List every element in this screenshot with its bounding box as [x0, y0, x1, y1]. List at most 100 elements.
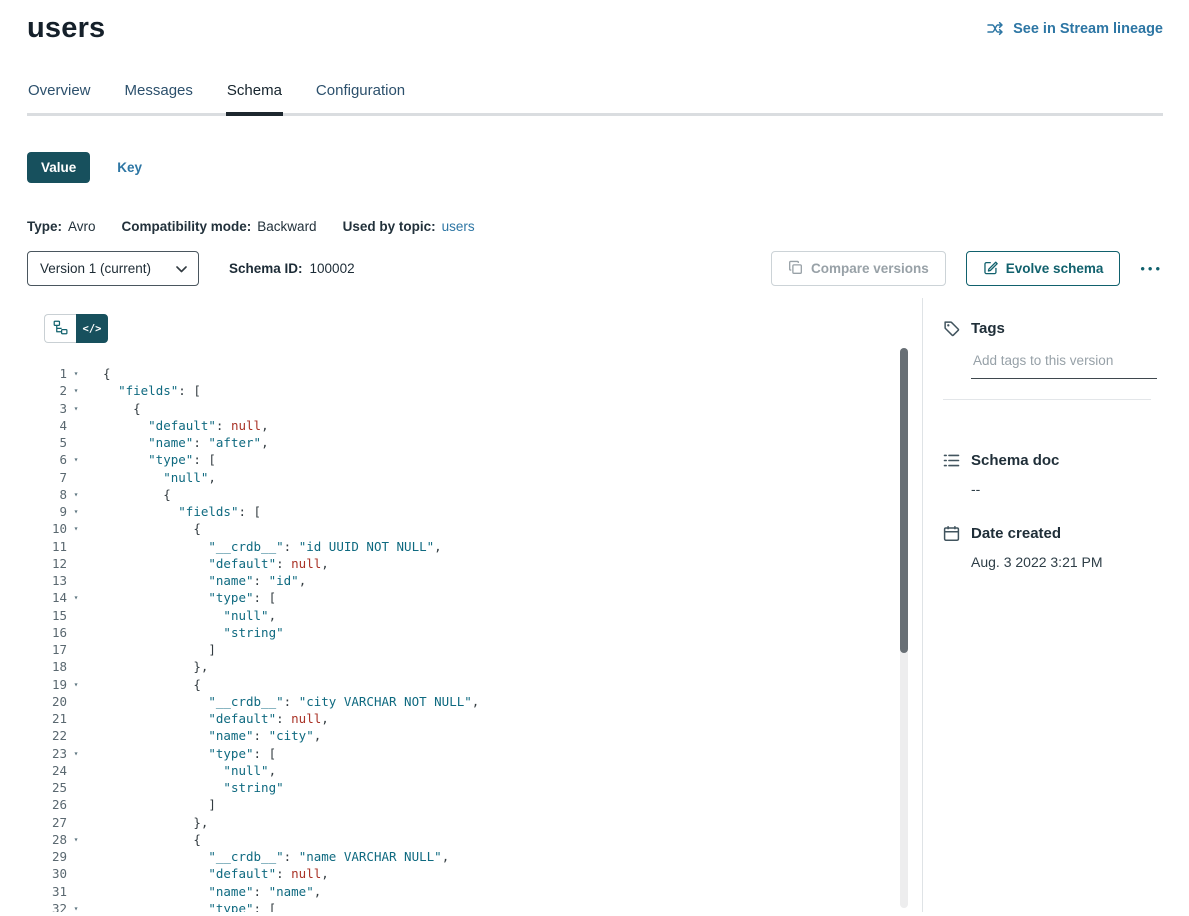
code-content: "__crdb__": "id UUID NOT NULL", — [85, 538, 442, 555]
tab-schema[interactable]: Schema — [226, 82, 283, 113]
fold-toggle-icon[interactable]: ▾ — [67, 365, 85, 382]
value-toggle-button[interactable]: Value — [27, 152, 90, 183]
tree-view-button[interactable] — [44, 314, 76, 343]
line-number: 16 — [35, 624, 67, 641]
line-number: 13 — [35, 572, 67, 589]
fold-spacer — [67, 641, 85, 658]
tab-messages[interactable]: Messages — [124, 82, 194, 113]
date-created-title: Date created — [971, 525, 1061, 542]
schema-content: </> 1▾{2▾ "fields": [3▾ {4 "default": nu… — [27, 298, 1163, 912]
fold-toggle-icon[interactable]: ▾ — [67, 503, 85, 520]
line-number: 25 — [35, 779, 67, 796]
fold-spacer — [67, 848, 85, 865]
schema-doc-title: Schema doc — [971, 452, 1059, 469]
fold-toggle-icon[interactable]: ▾ — [67, 520, 85, 537]
fold-toggle-icon[interactable]: ▾ — [67, 831, 85, 848]
key-toggle-button[interactable]: Key — [117, 160, 142, 175]
code-content: ] — [85, 641, 216, 658]
line-number: 26 — [35, 796, 67, 813]
schema-doc-value: -- — [971, 481, 1163, 497]
code-line: 18 }, — [35, 658, 922, 675]
code-line: 27 }, — [35, 814, 922, 831]
fold-spacer — [67, 693, 85, 710]
code-content: "type": [ — [85, 451, 216, 468]
code-line: 24 "null", — [35, 762, 922, 779]
fold-toggle-icon[interactable]: ▾ — [67, 745, 85, 762]
compare-versions-label: Compare versions — [811, 261, 929, 276]
line-number: 19 — [35, 676, 67, 693]
compatibility-value: Backward — [257, 219, 316, 234]
code-content: { — [85, 486, 171, 503]
compare-versions-button[interactable]: Compare versions — [771, 251, 946, 286]
schema-toolbar: Version 1 (current) Schema ID: 100002 Co… — [27, 251, 1163, 286]
fold-spacer — [67, 555, 85, 572]
code-line: 13 "name": "id", — [35, 572, 922, 589]
type-value: Avro — [68, 219, 96, 234]
code-view-button[interactable]: </> — [76, 314, 108, 343]
code-content: { — [85, 520, 201, 537]
fold-toggle-icon[interactable]: ▾ — [67, 589, 85, 606]
fold-spacer — [67, 865, 85, 882]
code-line: 19▾ { — [35, 676, 922, 693]
fold-spacer — [67, 572, 85, 589]
more-options-button[interactable]: ••• — [1140, 257, 1163, 280]
code-line: 8▾ { — [35, 486, 922, 503]
code-line: 21 "default": null, — [35, 710, 922, 727]
page-header: users See in Stream lineage — [0, 0, 1189, 45]
code-content: "type": [ — [85, 900, 276, 912]
stream-lineage-link[interactable]: See in Stream lineage — [987, 21, 1163, 37]
line-number: 29 — [35, 848, 67, 865]
evolve-schema-label: Evolve schema — [1006, 261, 1104, 276]
line-number: 27 — [35, 814, 67, 831]
code-line: 4 "default": null, — [35, 417, 922, 434]
used-by-topic: Used by topic:users — [343, 219, 475, 234]
code-line: 3▾ { — [35, 400, 922, 417]
page-title: users — [27, 12, 105, 45]
fold-toggle-icon[interactable]: ▾ — [67, 400, 85, 417]
fold-toggle-icon[interactable]: ▾ — [67, 451, 85, 468]
code-line: 16 "string" — [35, 624, 922, 641]
schema-doc-section-header: Schema doc — [943, 452, 1163, 469]
code-line: 14▾ "type": [ — [35, 589, 922, 606]
evolve-schema-button[interactable]: Evolve schema — [966, 251, 1121, 286]
topic-link[interactable]: users — [442, 219, 475, 234]
code-content: "default": null, — [85, 710, 329, 727]
code-content: { — [85, 365, 111, 382]
tags-input[interactable] — [971, 353, 1157, 379]
code-line: 10▾ { — [35, 520, 922, 537]
line-number: 28 — [35, 831, 67, 848]
code-line: 25 "string" — [35, 779, 922, 796]
line-number: 1 — [35, 365, 67, 382]
code-content: "__crdb__": "name VARCHAR NULL", — [85, 848, 449, 865]
fold-toggle-icon[interactable]: ▾ — [67, 382, 85, 399]
line-number: 30 — [35, 865, 67, 882]
code-line: 31 "name": "name", — [35, 883, 922, 900]
line-number: 9 — [35, 503, 67, 520]
code-line: 23▾ "type": [ — [35, 745, 922, 762]
line-number: 20 — [35, 693, 67, 710]
line-number: 21 — [35, 710, 67, 727]
tab-configuration[interactable]: Configuration — [315, 82, 406, 113]
version-select[interactable]: Version 1 (current) — [27, 251, 199, 286]
scrollbar-thumb[interactable] — [900, 348, 908, 653]
code-content: { — [85, 676, 201, 693]
stream-lineage-icon — [987, 21, 1005, 36]
code-content: "name": "name", — [85, 883, 321, 900]
fold-spacer — [67, 538, 85, 555]
tab-overview[interactable]: Overview — [27, 82, 92, 113]
line-number: 6 — [35, 451, 67, 468]
code-line: 6▾ "type": [ — [35, 451, 922, 468]
tree-view-icon — [53, 320, 68, 338]
schema-page: users See in Stream lineage Overview Mess… — [0, 0, 1189, 916]
code-content: "string" — [85, 779, 284, 796]
tags-title: Tags — [971, 320, 1005, 337]
code-line: 32▾ "type": [ — [35, 900, 922, 912]
fold-toggle-icon[interactable]: ▾ — [67, 900, 85, 912]
editor-scrollbar[interactable] — [900, 348, 908, 908]
fold-toggle-icon[interactable]: ▾ — [67, 676, 85, 693]
code-content: "default": null, — [85, 417, 269, 434]
code-content: "null", — [85, 607, 276, 624]
line-number: 5 — [35, 434, 67, 451]
fold-toggle-icon[interactable]: ▾ — [67, 486, 85, 503]
chevron-down-icon — [176, 261, 187, 276]
